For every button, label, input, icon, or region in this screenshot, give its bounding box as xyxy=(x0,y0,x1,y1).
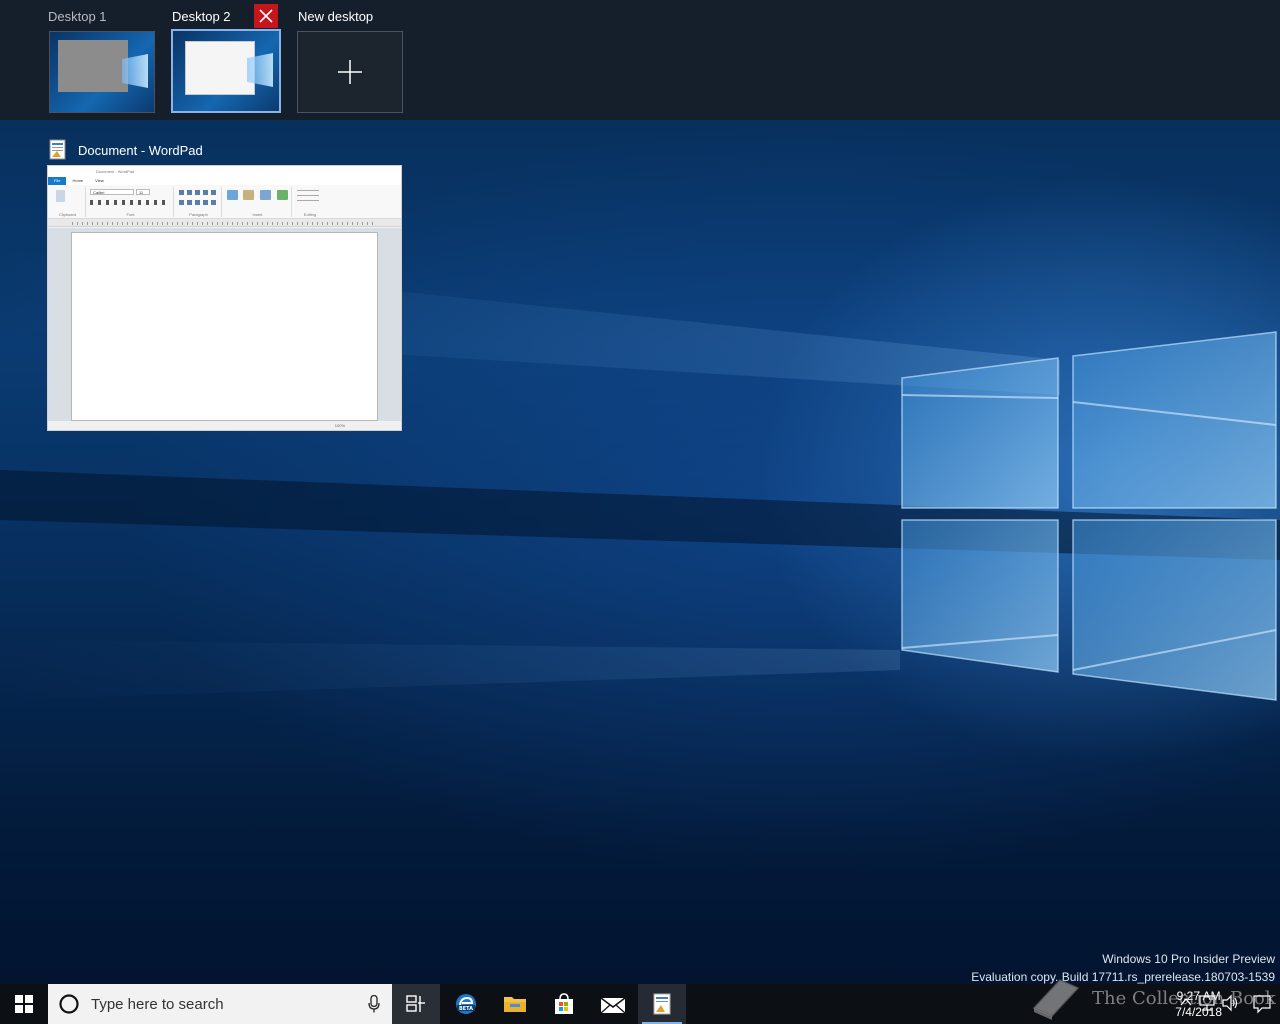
svg-text:BETA: BETA xyxy=(459,1006,473,1012)
window-title: Document - WordPad xyxy=(78,142,203,158)
ribbon-group-paragraph: Paragraph xyxy=(176,187,222,217)
wordpad-ruler xyxy=(48,219,401,227)
mail-icon xyxy=(600,997,626,1014)
minimized-window-preview xyxy=(58,40,128,92)
task-view-button[interactable] xyxy=(392,984,440,1024)
wordpad-status-bar: 100% xyxy=(48,421,401,430)
paragraph-buttons xyxy=(179,190,219,195)
window-card-header: Document - WordPad xyxy=(47,138,402,162)
font-name-field: Calibri xyxy=(90,189,134,195)
edge-beta-button[interactable]: BETA xyxy=(442,984,490,1024)
microphone-icon[interactable] xyxy=(368,995,380,1013)
wordpad-ribbon-tabs: File Home View xyxy=(48,177,401,185)
ribbon-group-font: Calibri 11 Font xyxy=(88,187,174,217)
book-watermark-icon xyxy=(1032,979,1080,1020)
edge-beta-icon: BETA xyxy=(456,994,476,1014)
insert-object-icon xyxy=(277,190,288,200)
watermark-overlay-text: The Collection Book xyxy=(1092,988,1276,1009)
watermark-edition: Windows 10 Pro Insider Preview xyxy=(1102,952,1275,966)
font-format-buttons xyxy=(90,200,170,205)
wordpad-icon xyxy=(653,993,671,1015)
plus-icon xyxy=(338,60,362,84)
search-input[interactable]: Type here to search xyxy=(48,984,392,1024)
start-button[interactable] xyxy=(0,984,48,1024)
ribbon-group-clipboard: Clipboard xyxy=(50,187,86,217)
date-time-icon xyxy=(260,190,271,200)
paint-drawing-icon xyxy=(243,190,254,200)
wordpad-ribbon: Clipboard Calibri 11 Font Paragraph Inse… xyxy=(48,185,401,219)
file-explorer-icon xyxy=(504,997,526,1012)
task-view-icon xyxy=(406,995,425,1012)
desktop-1-label: Desktop 1 xyxy=(48,9,107,24)
close-icon xyxy=(259,9,273,23)
editing-buttons xyxy=(297,190,319,204)
desktop-2-label: Desktop 2 xyxy=(172,9,231,24)
new-desktop-button[interactable] xyxy=(297,31,403,113)
wordpad-app-icon xyxy=(49,139,66,160)
desktop-2-thumbnail[interactable] xyxy=(171,29,281,113)
wordpad-taskbar-button[interactable] xyxy=(638,984,686,1024)
font-size-field: 11 xyxy=(136,189,150,195)
tab-home: Home xyxy=(72,178,84,183)
wordpad-page xyxy=(71,232,378,421)
search-placeholder: Type here to search xyxy=(91,995,224,1013)
desktop-1-thumbnail[interactable] xyxy=(49,31,155,113)
ribbon-group-insert: Insert xyxy=(224,187,292,217)
picture-icon xyxy=(227,190,238,200)
windows-logo-mini xyxy=(122,54,148,88)
close-desktop-button[interactable] xyxy=(254,4,278,28)
evaluation-watermark: Windows 10 Pro Insider Preview Evaluatio… xyxy=(971,950,1275,986)
windows-logo-mini xyxy=(247,53,273,87)
ribbon-group-editing: Editing xyxy=(294,187,326,217)
store-button[interactable] xyxy=(540,984,588,1024)
tab-file: File xyxy=(48,177,67,185)
mail-button[interactable] xyxy=(589,984,637,1024)
paste-icon xyxy=(56,190,65,202)
wordpad-titlebar: Document - WordPad xyxy=(48,166,401,177)
wordpad-window-thumbnail[interactable]: Document - WordPad File Home View Clipbo… xyxy=(47,165,402,431)
taskbar: Type here to search BETA 9:27 AM 7/4/201… xyxy=(0,984,1280,1024)
cortana-icon xyxy=(59,994,79,1014)
new-desktop-label: New desktop xyxy=(298,9,374,24)
wordpad-window-preview xyxy=(185,41,255,95)
file-explorer-button[interactable] xyxy=(491,984,539,1024)
align-buttons xyxy=(179,200,219,205)
wordpad-document-area xyxy=(48,228,401,421)
store-icon xyxy=(555,993,573,1014)
window-card-wordpad[interactable]: Document - WordPad Document - WordPad Fi… xyxy=(47,138,402,431)
virtual-desktops-bar: Desktop 1 Desktop 2 New desktop xyxy=(0,0,1280,120)
windows-start-icon xyxy=(15,995,33,1013)
tab-view: View xyxy=(95,178,104,183)
